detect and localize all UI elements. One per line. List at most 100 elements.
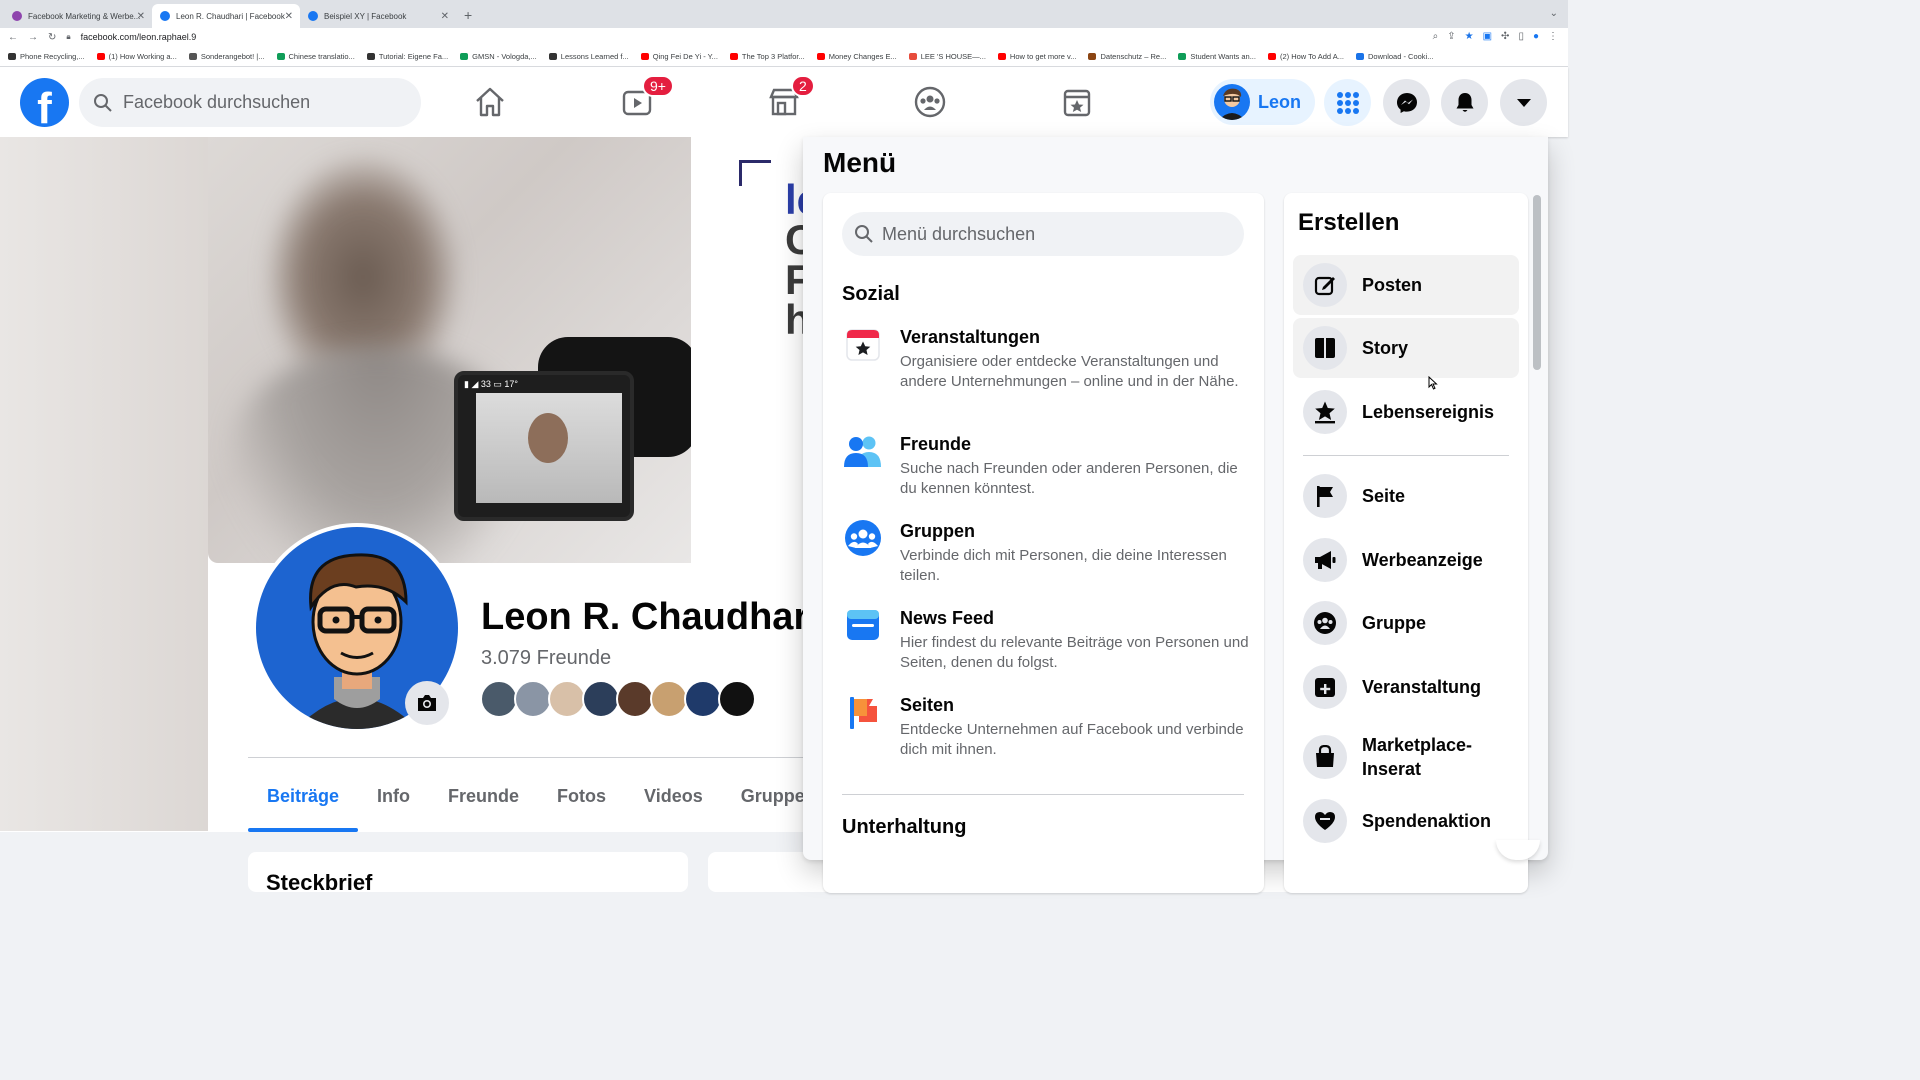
bookmarks-bar: Phone Recycling,... (1) How Working a... S… bbox=[0, 46, 1568, 67]
notifications-button[interactable] bbox=[1441, 79, 1488, 126]
bookmark-item[interactable]: LEE 'S HOUSE—... bbox=[908, 52, 986, 61]
bookmark-item[interactable]: Datenschutz – Re... bbox=[1088, 52, 1166, 61]
marketplace-nav-icon[interactable]: 2 bbox=[765, 75, 815, 121]
menu-item-events[interactable]: Veranstaltungen Organisiere oder entdeck… bbox=[842, 327, 1252, 392]
bookmark-favicon-icon bbox=[997, 52, 1006, 60]
create-life-event-button[interactable]: Lebensereignis bbox=[1293, 382, 1519, 442]
bookmark-item[interactable]: (1) How Working a... bbox=[96, 52, 177, 61]
bookmark-item[interactable]: Money Changes E... bbox=[816, 52, 897, 61]
friends-count[interactable]: 3.079 Freunde bbox=[481, 647, 611, 670]
profile-avatar-icon[interactable]: ● bbox=[1533, 31, 1539, 42]
facebook-extension-icon[interactable]: ▣ bbox=[1483, 31, 1492, 42]
share-icon[interactable]: ⇪ bbox=[1447, 31, 1455, 42]
create-group-button[interactable]: Gruppe bbox=[1293, 593, 1519, 653]
create-ad-button[interactable]: Werbeanzeige bbox=[1293, 530, 1519, 590]
update-profile-photo-button[interactable] bbox=[405, 681, 449, 725]
menu-search-input[interactable]: Menü durchsuchen bbox=[842, 212, 1244, 256]
cover-photo[interactable]: ▮ ◢ 33 ▭ 17° bbox=[208, 137, 691, 563]
bookmark-label: Phone Recycling,... bbox=[20, 51, 85, 61]
home-nav-icon[interactable] bbox=[471, 83, 509, 121]
friend-avatar[interactable] bbox=[616, 680, 654, 718]
extensions-icon[interactable]: ✣ bbox=[1501, 31, 1509, 42]
friend-avatar[interactable] bbox=[582, 680, 620, 718]
intro-card-title: Steckbrief bbox=[248, 852, 688, 895]
bookmark-label: The Top 3 Platfor... bbox=[741, 51, 805, 61]
watch-nav-icon[interactable]: 9+ bbox=[618, 75, 674, 121]
create-story-button[interactable]: Story bbox=[1293, 318, 1519, 378]
forward-icon[interactable]: → bbox=[28, 32, 38, 43]
menu-grid-button[interactable] bbox=[1324, 79, 1371, 126]
create-event-button[interactable]: Veranstaltung bbox=[1293, 657, 1519, 717]
back-icon[interactable]: ← bbox=[8, 32, 18, 43]
tab-favicon-icon bbox=[308, 11, 318, 21]
bookmark-item[interactable]: Sonderangebot! |... bbox=[188, 52, 265, 61]
profile-tab[interactable]: Freunde bbox=[429, 760, 538, 832]
menu-item-description: Entdecke Unternehmen auf Facebook und ve… bbox=[900, 721, 1244, 758]
profile-tab[interactable]: Fotos bbox=[538, 760, 625, 832]
search-icon bbox=[855, 225, 873, 243]
browser-tab-active[interactable]: Leon R. Chaudhari | Facebook ✕ bbox=[152, 4, 300, 28]
groups-nav-icon[interactable] bbox=[911, 83, 949, 121]
menu-item-groups[interactable]: Gruppen Verbinde dich mit Personen, die … bbox=[842, 520, 1252, 586]
browser-tab[interactable]: Facebook Marketing & Werbe... ✕ bbox=[4, 4, 152, 28]
avatar bbox=[1214, 84, 1250, 120]
calendar-plus-icon bbox=[1303, 665, 1347, 709]
bookmark-item[interactable]: Phone Recycling,... bbox=[8, 52, 85, 61]
tab-close-icon[interactable]: ✕ bbox=[441, 11, 449, 22]
bookmark-label: Tutorial: Eigene Fa... bbox=[378, 51, 449, 61]
bookmark-item[interactable]: Lessons Learned f... bbox=[548, 52, 629, 61]
bookmark-item[interactable]: Download - Cooki... bbox=[1356, 52, 1433, 61]
zoom-icon[interactable]: ⌕ bbox=[1433, 31, 1439, 42]
tab-close-icon[interactable]: ✕ bbox=[285, 11, 293, 22]
facebook-logo-icon[interactable]: f bbox=[20, 78, 69, 127]
create-fundraiser-button[interactable]: Spendenaktion bbox=[1293, 791, 1519, 851]
browser-tab[interactable]: Beispiel XY | Facebook ✕ bbox=[300, 4, 456, 28]
menu-item-pages[interactable]: Seiten Entdecke Unternehmen auf Facebook… bbox=[842, 695, 1252, 760]
tab-search-icon[interactable]: ⌄ bbox=[1550, 8, 1558, 19]
tab-title: Beispiel XY | Facebook bbox=[324, 11, 407, 21]
menu-item-friends[interactable]: Freunde Suche nach Freunden oder anderen… bbox=[842, 434, 1252, 499]
menu-scrollbar[interactable] bbox=[1533, 195, 1541, 370]
bookmark-favicon-icon bbox=[640, 52, 649, 60]
new-tab-button[interactable]: + bbox=[464, 7, 472, 23]
browser-menu-icon[interactable]: ⋮ bbox=[1548, 31, 1558, 42]
friend-avatar[interactable] bbox=[548, 680, 586, 718]
friend-avatars bbox=[480, 680, 756, 718]
tab-close-icon[interactable]: ✕ bbox=[137, 11, 145, 22]
menu-item-news-feed[interactable]: News Feed Hier findest du relevante Beit… bbox=[842, 608, 1252, 673]
calendar-icon bbox=[842, 323, 884, 365]
url-field[interactable]: facebook.com/leon.raphael.9 bbox=[81, 32, 197, 42]
messenger-button[interactable] bbox=[1383, 79, 1430, 126]
create-marketplace-listing-button[interactable]: Marketplace-Inserat bbox=[1293, 723, 1519, 791]
profile-tab[interactable]: Beiträge bbox=[248, 760, 359, 832]
bookmark-star-icon[interactable]: ★ bbox=[1465, 31, 1474, 42]
create-post-button[interactable]: Posten bbox=[1293, 255, 1519, 315]
friend-avatar[interactable] bbox=[514, 680, 552, 718]
friend-avatar[interactable] bbox=[684, 680, 722, 718]
bookmark-item[interactable]: Student Wants an... bbox=[1178, 52, 1256, 61]
megaphone-icon bbox=[1303, 538, 1347, 582]
friend-avatar[interactable] bbox=[650, 680, 688, 718]
reload-icon[interactable]: ↻ bbox=[48, 32, 56, 43]
friend-avatar[interactable] bbox=[480, 680, 518, 718]
facebook-search-input[interactable]: Facebook durchsuchen bbox=[79, 78, 421, 127]
bookmark-item[interactable]: Chinese translatio... bbox=[276, 52, 355, 61]
bookmark-label: Datenschutz – Re... bbox=[1100, 51, 1167, 61]
friend-avatar[interactable] bbox=[718, 680, 756, 718]
bookmark-item[interactable]: How to get more v... bbox=[997, 52, 1076, 61]
create-page-button[interactable]: Seite bbox=[1293, 466, 1519, 526]
profile-tab[interactable]: Videos bbox=[625, 760, 722, 832]
bookmark-item[interactable]: Qing Fei De Yi - Y... bbox=[640, 51, 718, 61]
account-dropdown-button[interactable] bbox=[1500, 79, 1547, 126]
bookmark-item[interactable]: The Top 3 Platfor... bbox=[729, 51, 805, 61]
gaming-nav-icon[interactable] bbox=[1058, 83, 1096, 121]
bookmark-item[interactable]: (2) How To Add A... bbox=[1267, 52, 1344, 61]
bookmark-item[interactable]: GMSN - Vologda,... bbox=[460, 52, 537, 61]
sidebar-icon[interactable]: ▯ bbox=[1518, 31, 1524, 42]
bookmark-item[interactable]: Tutorial: Eigene Fa... bbox=[366, 51, 449, 61]
profile-chip[interactable]: Leon bbox=[1210, 79, 1315, 125]
bookmark-label: Download - Cooki... bbox=[1368, 51, 1434, 61]
camera-status-icon: ▮ ◢ 33 ▭ 17° bbox=[464, 379, 518, 389]
bookmark-label: Qing Fei De Yi - Y... bbox=[652, 51, 718, 61]
profile-tab[interactable]: Info bbox=[358, 760, 429, 832]
